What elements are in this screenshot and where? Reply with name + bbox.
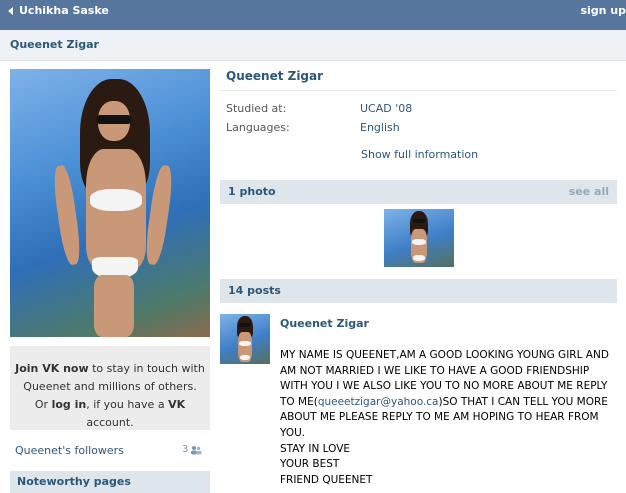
followers-link[interactable]: Queenet's followers — [15, 444, 124, 457]
photo-figure — [50, 79, 180, 337]
languages-label: Languages: — [226, 121, 290, 134]
post-text: MY NAME IS QUEENET,AM A GOOD LOOKING YOU… — [280, 349, 609, 486]
see-all-photos-link[interactable]: see all — [569, 185, 609, 198]
top-bar: Uchikha Saske sign up — [0, 0, 626, 30]
back-link-label: Uchikha Saske — [19, 4, 109, 17]
photo-thumbnail[interactable] — [384, 209, 454, 267]
followers-count[interactable]: 3 — [182, 444, 202, 455]
studied-at-label: Studied at: — [226, 102, 287, 115]
log-in-link[interactable]: log in — [52, 398, 87, 411]
post-author-name[interactable]: Queenet Zigar — [280, 317, 369, 330]
page-title: Queenet Zigar — [10, 38, 99, 51]
profile-photo[interactable] — [10, 69, 210, 337]
back-link[interactable]: Uchikha Saske — [8, 4, 109, 17]
profile-name: Queenet Zigar — [226, 69, 324, 83]
back-arrow-icon — [8, 6, 13, 15]
join-vk-box: Join VK now to stay in touch with Queene… — [10, 346, 210, 430]
languages-value[interactable]: English — [360, 121, 400, 134]
people-icon — [191, 445, 202, 454]
photos-section-header: 1 photo see all — [220, 180, 617, 204]
page-header: Queenet Zigar — [0, 30, 626, 61]
studied-at-value[interactable]: UCAD '08 — [360, 102, 412, 115]
join-vk-link[interactable]: Join VK now — [15, 362, 89, 375]
email-link[interactable]: queeetzigar@yahoo.ca — [318, 396, 439, 408]
posts-section-header: 14 posts — [220, 279, 617, 303]
posts-count-link[interactable]: 14 posts — [228, 284, 281, 297]
show-full-information-link[interactable]: Show full information — [361, 148, 478, 161]
post-author-avatar[interactable] — [220, 314, 270, 364]
divider — [220, 90, 617, 91]
photos-count-link[interactable]: 1 photo — [228, 185, 276, 198]
sign-up-link[interactable]: sign up — [580, 4, 626, 17]
